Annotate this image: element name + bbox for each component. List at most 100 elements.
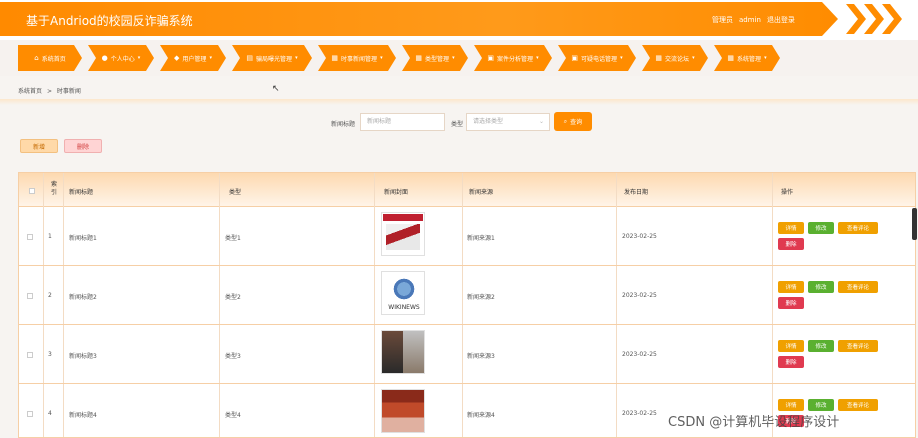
view-comments-button[interactable]: 查看评论 (838, 222, 878, 234)
row-title: 新闻标题3 (69, 353, 97, 360)
nav-item-6[interactable]: ▣ 案件分析管理 ▾ (474, 45, 552, 71)
edit-button[interactable]: 修改 (808, 399, 834, 411)
chevron-down-icon: ▾ (620, 55, 623, 61)
nav-item-3[interactable]: ▤ 骗局曝光管理 ▾ (232, 45, 312, 71)
chevron-down-icon: ▾ (692, 55, 695, 61)
row-index: 2 (48, 292, 52, 299)
breadcrumb-divider (0, 99, 918, 105)
username: admin (739, 16, 761, 24)
top-header: 基于Andriod的校园反诈骗系统 管理员 admin 退出登录 (0, 0, 918, 40)
search-type-label: 类型 (451, 121, 464, 128)
edit-button[interactable]: 修改 (808, 281, 834, 293)
nav-item-label: 交流论坛 (665, 55, 690, 63)
row-type: 类型4 (225, 412, 241, 419)
table-header: 索 引 新闻标题 类型 新闻封面 新闻来源 发布日期 操作 (19, 173, 915, 207)
table-row: 2 新闻标题2 类型2 WIKINEWS 新闻来源2 2023-02-25 详情 修改 查看评论… (19, 266, 915, 325)
edit-button[interactable]: 修改 (808, 222, 834, 234)
detail-button[interactable]: 详情 (778, 340, 804, 352)
row-source: 新闻来源1 (467, 235, 495, 242)
row-checkbox[interactable] (27, 352, 33, 358)
settings-icon: ▦ (727, 54, 735, 62)
watermark: CSDN @计算机毕设程序设计 (668, 415, 840, 430)
news-cover-image (381, 389, 425, 433)
th-type: 类型 (229, 189, 242, 196)
breadcrumb-home[interactable]: 系统首页 (18, 88, 42, 95)
row-type: 类型2 (225, 294, 241, 301)
search-button[interactable]: ⌕ 查询 (554, 112, 592, 131)
th-index: 索 引 (51, 181, 58, 196)
nav-item-2[interactable]: ◆ 用户管理 ▾ (160, 45, 226, 71)
app-title: 基于Andriod的校园反诈骗系统 (26, 14, 193, 28)
row-date: 2023-02-25 (622, 351, 657, 358)
row-checkbox[interactable] (27, 411, 33, 417)
nav-item-0[interactable]: ⌂ 系统首页 (18, 45, 82, 71)
users-icon: ◆ (174, 54, 180, 62)
user-icon: ● (101, 54, 108, 62)
delete-button[interactable]: 删除 (778, 356, 804, 368)
breadcrumb-separator: > (46, 88, 52, 95)
delete-button[interactable]: 删除 (778, 238, 804, 250)
row-title: 新闻标题4 (69, 412, 97, 419)
detail-button[interactable]: 详情 (778, 399, 804, 411)
th-date: 发布日期 (624, 189, 649, 196)
search-title-input[interactable]: 新闻标题 (360, 113, 445, 131)
row-date: 2023-02-25 (622, 292, 657, 299)
delete-button[interactable]: 删除 (778, 297, 804, 309)
nav-item-label: 系统首页 (41, 55, 66, 63)
mouse-cursor-icon: ↖ (272, 84, 280, 94)
row-checkbox[interactable] (27, 293, 33, 299)
forum-icon: ▦ (655, 54, 663, 62)
th-ops: 操作 (781, 189, 794, 196)
chevron-down-icon: ▾ (209, 55, 212, 61)
nav-item-label: 个人中心 (110, 55, 135, 63)
news-cover-image: WIKINEWS (381, 271, 425, 315)
row-index: 4 (48, 410, 52, 417)
phone-icon: ▣ (571, 54, 579, 62)
detail-button[interactable]: 详情 (778, 222, 804, 234)
row-title: 新闻标题2 (69, 294, 97, 301)
chevrons-decoration-icon (846, 4, 902, 34)
cover-wikinews-text: WIKINEWS (388, 304, 420, 311)
news-cover-image (381, 212, 425, 256)
row-checkbox[interactable] (27, 234, 33, 240)
row-source: 新闻来源4 (467, 412, 495, 419)
news-cover-image (381, 330, 425, 374)
batch-delete-button[interactable]: 删除 (64, 139, 102, 153)
add-button[interactable]: 新增 (20, 139, 58, 153)
nav-item-label: 类型管理 (425, 55, 450, 63)
news-table: 索 引 新闻标题 类型 新闻封面 新闻来源 发布日期 操作 1 新闻标题1 类型1 新… (18, 172, 916, 438)
nav-item-1[interactable]: ● 个人中心 ▾ (88, 45, 154, 71)
nav-item-8[interactable]: ▦ 交流论坛 ▾ (642, 45, 708, 71)
nav-item-7[interactable]: ▣ 可疑电话管理 ▾ (558, 45, 636, 71)
search-button-label: 查询 (570, 119, 583, 126)
main-nav: ⌂ 系统首页 ● 个人中心 ▾ ◆ 用户管理 ▾ ▤ 骗局曝光管理 ▾ ▦ 时事新闻管理 ▾ ▦ 类型管理 ▾ ▣… (0, 40, 918, 76)
edit-button[interactable]: 修改 (808, 340, 834, 352)
nav-item-9[interactable]: ▦ 系统管理 ▾ (714, 45, 780, 71)
search-title-label: 新闻标题 (331, 121, 356, 128)
th-source: 新闻来源 (469, 189, 494, 196)
nav-item-label: 案件分析管理 (497, 55, 534, 63)
doc-icon: ▤ (246, 54, 254, 62)
page-scrollbar[interactable] (912, 208, 917, 240)
nav-item-4[interactable]: ▦ 时事新闻管理 ▾ (318, 45, 396, 71)
nav-item-5[interactable]: ▦ 类型管理 ▾ (402, 45, 468, 71)
logout-link[interactable]: 退出登录 (767, 16, 795, 24)
chevron-down-icon: ▾ (764, 55, 767, 61)
chevron-down-icon: ▾ (137, 55, 141, 61)
search-type-select[interactable]: 请选择类型 ⌄ (466, 113, 550, 131)
table-row: 3 新闻标题3 类型3 新闻来源3 2023-02-25 详情 修改 查看评论 删除 (19, 325, 915, 384)
select-all-checkbox[interactable] (29, 188, 35, 194)
search-icon: ⌕ (563, 117, 568, 125)
row-index: 1 (48, 233, 52, 240)
detail-button[interactable]: 详情 (778, 281, 804, 293)
chevron-down-icon: ▾ (452, 55, 455, 61)
row-type: 类型1 (225, 235, 241, 242)
chevron-down-icon: ▾ (380, 55, 383, 61)
row-date: 2023-02-25 (622, 233, 657, 240)
row-index: 3 (48, 351, 52, 358)
view-comments-button[interactable]: 查看评论 (838, 340, 878, 352)
breadcrumb: 系统首页 > 时事新闻 (18, 86, 81, 95)
row-date: 2023-02-25 (622, 410, 657, 417)
view-comments-button[interactable]: 查看评论 (838, 281, 878, 293)
view-comments-button[interactable]: 查看评论 (838, 399, 878, 411)
